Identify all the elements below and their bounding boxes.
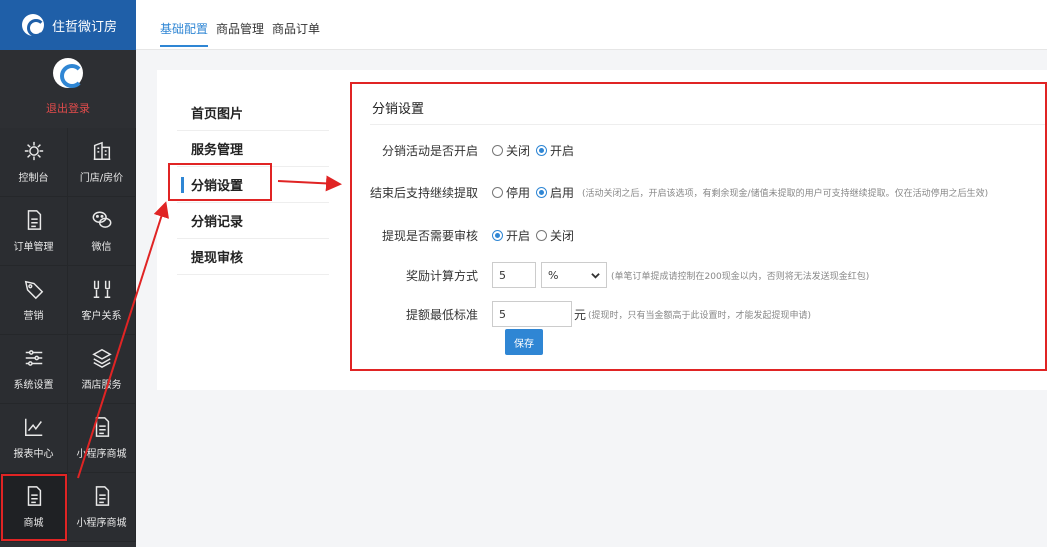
save-button[interactable]: 保存 [505, 329, 543, 355]
subnav-service-management[interactable]: 服务管理 [177, 131, 329, 167]
radio-dot-selected [492, 230, 503, 241]
document-icon [95, 486, 109, 506]
row-reward: 奖励计算方式 5 % (单笔订单提成请控制在200现金以内，否则将无法发送现金红… [352, 262, 869, 288]
sidebar-item-orders[interactable]: 订单管理 [0, 197, 68, 266]
sidebar-item-label: 商城 [23, 518, 44, 529]
tab-basic-config[interactable]: 基础配置 [160, 20, 209, 47]
subnav-withdrawal-review[interactable]: 提现审核 [177, 239, 329, 275]
audit-off-radio[interactable]: 关闭 [536, 227, 574, 244]
sidebar-item-label: 门店/房价 [79, 173, 124, 184]
sidebar-item-label: 控制台 [18, 173, 49, 184]
sidebar-item-label: 营销 [23, 311, 44, 322]
sidebar-item-wechat[interactable]: 微信 [68, 197, 136, 266]
radio-label: 开启 [550, 144, 575, 158]
continue-off-radio[interactable]: 停用 [492, 184, 530, 201]
radio-dot [536, 230, 548, 241]
sidebar-item-label: 微信 [91, 242, 112, 253]
sidebar-item-mini-mall-2[interactable]: 小程序商城 [68, 473, 136, 542]
radio-label: 关闭 [506, 144, 531, 158]
row-enable: 分销活动是否开启 关闭 开启 [352, 142, 580, 159]
tab-product-management[interactable]: 商品管理 [216, 20, 264, 47]
continue-hint: (活动关闭之后，开启该选项，有剩余现金/储值未提取的用户可支持继续提取。仅在活动… [582, 189, 989, 199]
form-divider [370, 124, 1045, 125]
audit-on-radio[interactable]: 开启 [492, 227, 530, 244]
radio-label: 启用 [550, 186, 575, 200]
enable-off-radio[interactable]: 关闭 [492, 142, 530, 159]
radio-dot-selected [536, 187, 548, 198]
continue-on-radio[interactable]: 启用 [536, 184, 574, 201]
enable-label: 分销活动是否开启 [381, 144, 478, 158]
document-icon [27, 210, 41, 230]
sidebar-item-label: 系统设置 [13, 380, 54, 391]
building-icon [93, 141, 110, 160]
user-area: 退出登录 [0, 50, 136, 128]
minimum-label: 提额最低标准 [405, 307, 478, 322]
avatar[interactable] [53, 58, 84, 88]
radio-label: 关闭 [550, 229, 575, 243]
subnav-home-images[interactable]: 首页图片 [177, 95, 329, 131]
minimum-hint: (提现时，只有当金额高于此设置时，才能发起提现申请) [588, 310, 812, 321]
sidebar-item-label: 订单管理 [13, 242, 54, 253]
select-value: % [548, 268, 559, 282]
reward-label: 奖励计算方式 [405, 268, 478, 283]
radio-dot [492, 145, 503, 156]
document-icon [95, 417, 109, 437]
chevron-down-icon [591, 272, 600, 279]
tab-product-orders[interactable]: 商品订单 [272, 20, 320, 47]
sidebar-item-store[interactable]: 门店/房价 [68, 128, 136, 197]
sidebar-item-mall[interactable]: 商城 [0, 473, 68, 542]
continue-label: 结束后支持继续提取 [369, 186, 478, 200]
brand-name: 住哲微订房 [52, 19, 118, 35]
subnav-distribution-records[interactable]: 分销记录 [177, 203, 329, 239]
subnav-distribution-settings[interactable]: 分销设置 [177, 167, 329, 203]
sidebar-item-label: 报表中心 [13, 449, 54, 460]
radio-label: 停用 [506, 186, 531, 200]
reward-hint: (单笔订单提成请控制在200现金以内，否则将无法发送现金红包) [611, 271, 870, 282]
brand-header[interactable]: 住哲微订房 [0, 0, 136, 50]
enable-on-radio[interactable]: 开启 [536, 142, 574, 159]
row-continue: 结束后支持继续提取 停用 启用 (活动关闭之后，开启该选项，有剩余现金/储值未提… [352, 184, 988, 201]
main-panel: 首页图片 服务管理 分销设置 分销记录 提现审核 分销设置 分销活动是否开启 关… [157, 70, 1047, 390]
glasses-icon [93, 280, 110, 298]
tag-icon [24, 280, 43, 300]
sidebar-item-hotel-service[interactable]: 酒店服务 [68, 335, 136, 404]
logout-link[interactable]: 退出登录 [46, 100, 90, 116]
sidebar-item-marketing[interactable]: 营销 [0, 266, 68, 335]
radio-dot [492, 187, 503, 198]
app-root: 住哲微订房 退出登录 控制台 门店/房价 订单管理 微信 营销 客户关系 系统设… [0, 0, 1047, 547]
sidebar-item-label: 小程序商城 [76, 518, 127, 529]
radio-label: 开启 [506, 229, 531, 243]
sidebar-menu: 控制台 门店/房价 订单管理 微信 营销 客户关系 系统设置 酒店服务 报表中心… [0, 128, 136, 542]
sidebar-item-label: 酒店服务 [81, 380, 122, 391]
reward-unit-select[interactable]: % [541, 262, 607, 288]
distribution-settings-form: 分销设置 分销活动是否开启 关闭 开启 结束后支持继续提取 停用 启用 (活动关… [350, 82, 1047, 371]
tabs: 基础配置 商品管理 商品订单 [160, 20, 328, 47]
sidebar-item-settings[interactable]: 系统设置 [0, 335, 68, 404]
sidebar-item-label: 小程序商城 [76, 449, 127, 460]
sidebar-item-label: 客户关系 [81, 311, 122, 322]
document-icon [27, 486, 41, 506]
brand-logo-icon [22, 14, 45, 37]
sidebar-item-reports[interactable]: 报表中心 [0, 404, 68, 473]
top-tabbar: 基础配置 商品管理 商品订单 [136, 0, 1047, 50]
sidebar-item-crm[interactable]: 客户关系 [68, 266, 136, 335]
minimum-input[interactable]: 5 [492, 301, 572, 327]
row-audit: 提现是否需要审核 开启 关闭 [352, 227, 580, 244]
gear-icon [24, 141, 43, 161]
reward-input[interactable]: 5 [492, 262, 536, 288]
sidebar-item-mini-mall[interactable]: 小程序商城 [68, 404, 136, 473]
layers-icon [91, 348, 112, 369]
chart-icon [24, 418, 42, 436]
audit-label: 提现是否需要审核 [381, 229, 478, 243]
wechat-icon [92, 211, 111, 228]
sidebar: 住哲微订房 退出登录 控制台 门店/房价 订单管理 微信 营销 客户关系 系统设… [0, 0, 136, 547]
row-minimum: 提额最低标准 5 元 (提现时，只有当金额高于此设置时，才能发起提现申请) [352, 301, 811, 327]
sliders-icon [25, 350, 42, 366]
minimum-unit: 元 [574, 307, 587, 322]
form-title: 分销设置 [372, 102, 425, 117]
sub-navigation: 首页图片 服务管理 分销设置 分销记录 提现审核 [177, 95, 329, 275]
sidebar-item-dashboard[interactable]: 控制台 [0, 128, 68, 197]
radio-dot-selected [536, 145, 548, 156]
